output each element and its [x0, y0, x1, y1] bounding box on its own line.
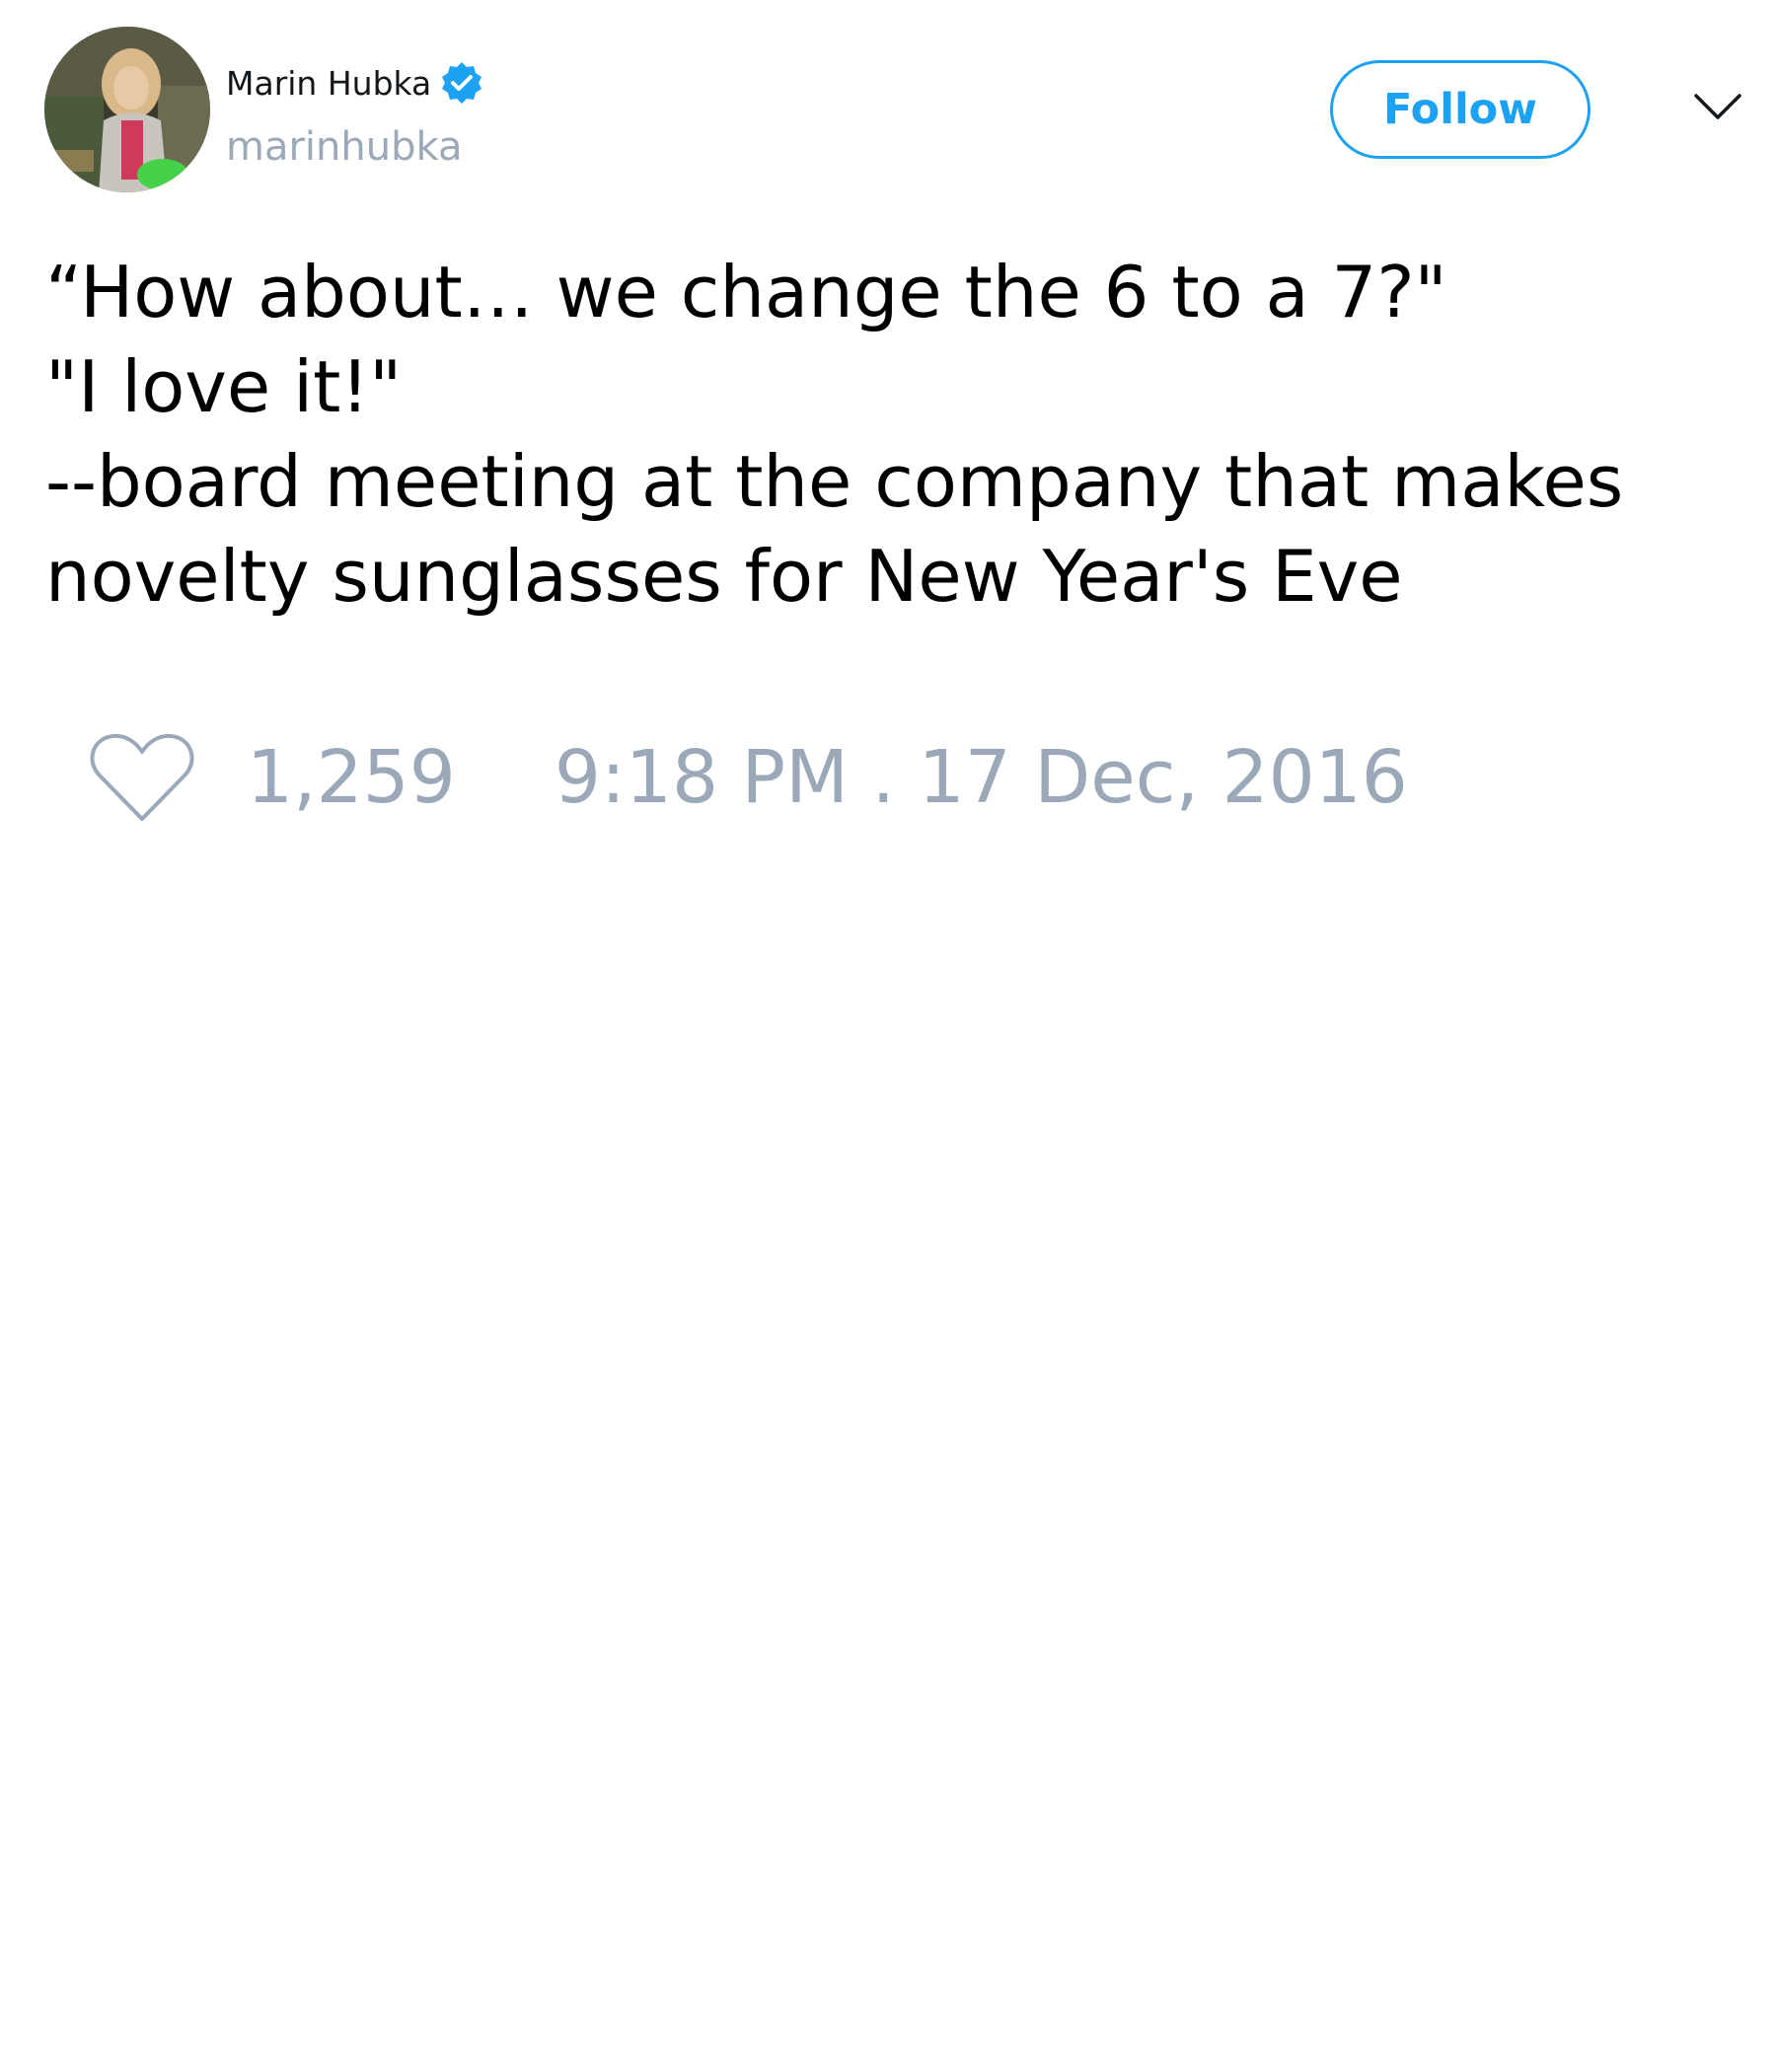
heart-icon — [90, 733, 194, 821]
tweet-text-line: --board meeting at the company that make… — [45, 440, 1624, 523]
display-name: Marin Hubka — [226, 63, 432, 103]
avatar[interactable] — [44, 27, 210, 192]
avatar-photo — [44, 27, 210, 192]
chevron-down-icon[interactable] — [1693, 91, 1742, 124]
tweet-text: “How about… we change the 6 to a 7?" "I … — [45, 245, 1723, 624]
follow-button[interactable]: Follow — [1330, 60, 1591, 159]
tweet-text-line: novelty sunglasses for New Year's Eve — [45, 535, 1403, 618]
author-name-row[interactable]: Marin Hubka — [226, 59, 484, 107]
tweet-card: Marin Hubka marinhubka Follow “How about… — [0, 0, 1776, 2072]
like-count: 1,259 — [247, 735, 456, 820]
tweet-timestamp[interactable]: 9:18 PM . 17 Dec, 2016 — [555, 735, 1408, 820]
author-handle[interactable]: marinhubka — [226, 124, 462, 170]
tweet-text-line: “How about… we change the 6 to a 7?" — [45, 251, 1447, 333]
like-button[interactable] — [87, 728, 197, 827]
tweet-footer: 1,259 9:18 PM . 17 Dec, 2016 — [87, 728, 1408, 827]
tweet-text-line: "I love it!" — [45, 345, 403, 428]
verified-badge-icon — [439, 60, 484, 106]
